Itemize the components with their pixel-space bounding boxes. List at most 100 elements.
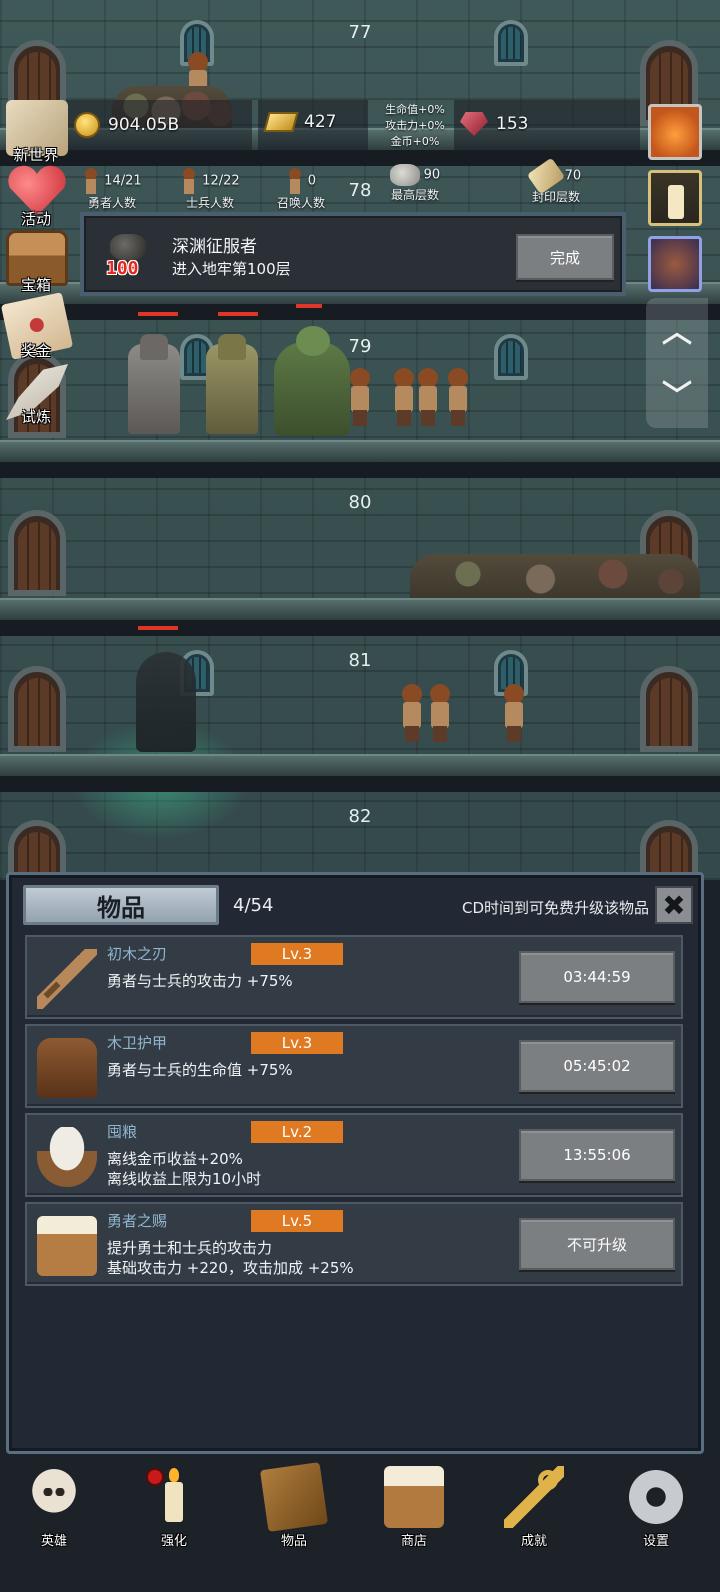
floor-ledge — [0, 440, 720, 464]
achievement-complete-button[interactable]: 完成 — [516, 234, 614, 280]
close-icon: ✖ — [662, 888, 686, 922]
nav-label: 物品 — [280, 1534, 307, 1549]
ogre-enemy — [270, 326, 354, 436]
floor-ledge — [0, 754, 720, 778]
sword-icon — [37, 949, 97, 1009]
stat-label: 士兵人数 — [185, 196, 234, 210]
item-level-badge: Lv.3 — [251, 1032, 343, 1054]
abyss-rock-icon: 100 — [106, 232, 152, 280]
hero-unit — [500, 684, 528, 742]
floor-number: 80 — [348, 492, 372, 513]
enemy-hp-bar — [296, 304, 322, 308]
upgrade-timer-button[interactable]: 13:55:06 — [519, 1129, 675, 1181]
soldier-icon — [180, 168, 198, 194]
item-desc: 勇者与士兵的攻击力 +75% — [107, 972, 293, 990]
bottom-nav: 英雄 强化 物品 商店 成就 设置 — [0, 1456, 720, 1592]
nav-label: 商店 — [400, 1534, 427, 1549]
dungeon-door — [8, 820, 66, 880]
summon-icon — [286, 168, 304, 194]
hero-unit — [398, 684, 426, 742]
floor-number: 82 — [348, 806, 372, 827]
item-name: 囤粮 — [107, 1123, 138, 1141]
gold-bar-icon — [263, 112, 299, 132]
upgrade-timer-button[interactable]: 03:44:59 — [519, 951, 675, 1003]
nav-items[interactable]: 物品 — [244, 1462, 344, 1582]
list-item: 勇者之赐 Lv.5 提升勇士和士兵的攻击力 基础攻击力 +220，攻击加成 +2… — [25, 1202, 683, 1286]
hero-icon — [82, 168, 100, 194]
upgrade-timer-button[interactable]: 05:45:02 — [519, 1040, 675, 1092]
floor-ledge — [0, 598, 720, 622]
floor-number: 77 — [348, 22, 372, 43]
cooldown-note: CD时间到可免费升级该物品 — [461, 899, 649, 917]
stat-label: 封印层数 — [531, 190, 580, 204]
gold-bar-amount: 427 — [304, 112, 337, 132]
gem-resource: 153 — [460, 112, 528, 136]
floor-gap — [0, 462, 720, 478]
gold-bonus: 金币+0% — [390, 135, 440, 148]
nav-label: 成就 — [520, 1534, 547, 1549]
pumpkin-event-button[interactable] — [648, 104, 702, 160]
hero-unit — [444, 368, 472, 426]
close-panel-button[interactable]: ✖ — [655, 886, 693, 924]
dungeon-window — [494, 20, 528, 66]
floor-number: 81 — [348, 650, 372, 671]
nav-shop[interactable]: 商店 — [364, 1466, 464, 1582]
book-icon — [259, 1462, 329, 1532]
bonus-label: 奖金 — [20, 342, 51, 360]
nav-heroes[interactable]: 英雄 — [4, 1466, 104, 1582]
nav-settings[interactable]: 设置 — [606, 1466, 706, 1582]
hero-unit — [346, 368, 374, 426]
enemy-hp-bar — [138, 312, 178, 316]
events-label: 活动 — [20, 210, 51, 228]
item-desc: 勇者与士兵的生命值 +75% — [107, 1061, 293, 1079]
gear-icon — [626, 1466, 686, 1528]
floor-scroll-panel: ︿ ﹀ — [646, 298, 708, 428]
rice-bowl-icon — [37, 1127, 97, 1187]
hero-unit — [426, 684, 454, 742]
stat-label: 最高层数 — [390, 188, 439, 202]
list-item: 囤粮 Lv.2 离线金币收益+20% 离线收益上限为10小时 13:55:06 — [25, 1113, 683, 1197]
item-name: 木卫护甲 — [107, 1034, 168, 1052]
hero-unit — [414, 368, 442, 426]
new-world-label: 新世界 — [13, 146, 59, 164]
dungeon-door — [640, 666, 698, 752]
hero-count-stat: 14/21 勇者人数 — [70, 168, 154, 211]
dungeon-door — [8, 510, 66, 596]
armor-icon — [37, 1038, 97, 1098]
list-item: 木卫护甲 Lv.3 勇者与士兵的生命值 +75% 05:45:02 — [25, 1024, 683, 1108]
bag-event-button[interactable] — [648, 236, 702, 292]
scroll-up-button[interactable]: ︿ — [654, 306, 700, 352]
item-level-badge: Lv.3 — [251, 943, 343, 965]
item-name: 初木之刃 — [107, 945, 168, 963]
achievement-popup: 100 深渊征服者 进入地牢第100层 完成 — [80, 212, 626, 296]
item-level-badge: Lv.2 — [251, 1121, 343, 1143]
item-level-badge: Lv.5 — [251, 1210, 343, 1232]
defeated-enemy-pile — [410, 554, 700, 604]
sealed-floor-stat: 70 封印层数 — [516, 157, 596, 205]
dungeon-window — [494, 334, 528, 380]
armored-knight-enemy — [122, 334, 186, 434]
gold-bar-resource: 427 — [263, 112, 337, 132]
summon-count-stat: 0 召唤人数 — [266, 168, 336, 211]
key-icon — [504, 1466, 564, 1528]
skull-icon — [24, 1466, 84, 1528]
gold-resource: 904.05B — [74, 112, 179, 138]
scroll-down-button[interactable]: ﹀ — [654, 370, 700, 416]
item-desc: 离线金币收益+20% 离线收益上限为10小时 — [107, 1150, 262, 1188]
tab-items[interactable]: 物品 — [23, 885, 219, 925]
not-upgradable-button[interactable]: 不可升级 — [519, 1218, 675, 1270]
nav-upgrade[interactable]: 强化 — [124, 1466, 224, 1582]
atk-bonus: 攻击力+0% — [385, 119, 445, 132]
chest-label: 宝箱 — [20, 276, 51, 294]
meat-gem-icon — [460, 112, 488, 136]
nav-label: 设置 — [642, 1534, 669, 1549]
max-floor-stat: 90 最高层数 — [380, 164, 450, 203]
nav-achievements[interactable]: 成就 — [484, 1466, 584, 1582]
enemy-hp-bar — [138, 626, 178, 630]
nav-label: 强化 — [160, 1534, 187, 1549]
beer-mug-icon — [384, 1466, 444, 1528]
candle-event-button[interactable] — [648, 170, 702, 226]
gold-coin-icon — [74, 112, 100, 138]
nav-label: 英雄 — [40, 1534, 67, 1549]
stat-label: 召唤人数 — [276, 196, 325, 210]
